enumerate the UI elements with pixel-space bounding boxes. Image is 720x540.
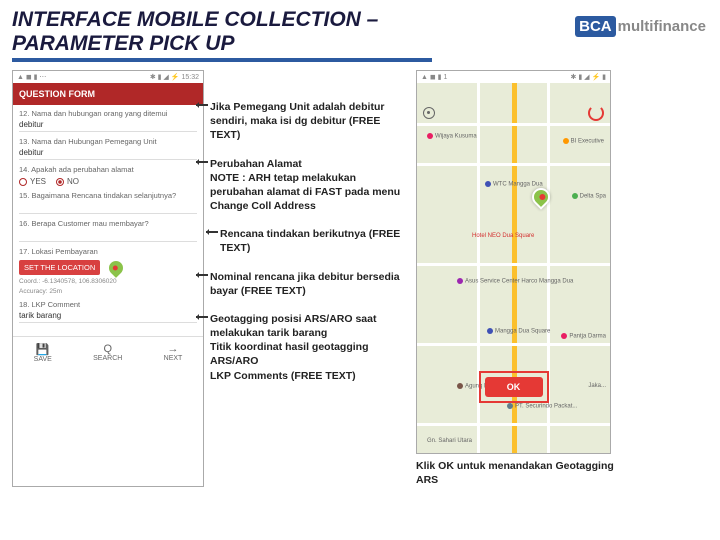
bottom-nav: 💾SAVE QSEARCH →NEXT	[13, 336, 203, 369]
reload-icon[interactable]	[588, 105, 604, 121]
q14-label: 14. Apakah ada perubahan alamat	[19, 165, 197, 174]
note-ok: Klik OK untuk menandakan Geotagging ARS	[416, 460, 626, 487]
status-bar-2: ▲ ◼ ▮ 1 ✱ ▮ ◢ ⚡ ▮	[417, 71, 610, 83]
phone-screenshot-map: ▲ ◼ ▮ 1 ✱ ▮ ◢ ⚡ ▮ Wijaya Kusuma BI Execu…	[416, 70, 611, 454]
q17-label: 17. Lokasi Pembayaran	[19, 247, 197, 256]
q16-value[interactable]	[19, 230, 197, 242]
location-pin-icon	[106, 258, 126, 278]
status-bar: ▲ ◼ ▮ ⋯ ✱ ▮ ◢ ⚡ 15:32	[13, 71, 203, 83]
next-button[interactable]: →NEXT	[164, 343, 183, 363]
note-1: Jika Pemegang Unit adalah debitur sendir…	[210, 100, 410, 143]
note-5: Geotagging posisi ARS/ARO saat melakukan…	[210, 312, 410, 383]
locate-me-icon[interactable]	[423, 107, 435, 119]
ok-button-highlight: OK	[479, 371, 549, 403]
brand-logo: BCAmultifinance	[575, 18, 706, 35]
q15-value[interactable]	[19, 202, 197, 214]
q13-label: 13. Nama dan Hubungan Pemegang Unit	[19, 137, 197, 146]
q18-label: 18. LKP Comment	[19, 300, 197, 309]
note-2: Perubahan Alamat NOTE : ARH tetap melaku…	[210, 157, 410, 214]
q12-value[interactable]: debitur	[19, 120, 197, 132]
search-button[interactable]: QSEARCH	[93, 343, 122, 363]
set-location-button[interactable]: SET THE LOCATION	[19, 260, 100, 275]
map-view[interactable]: Wijaya Kusuma BI Executive WTC Mangga Du…	[417, 83, 610, 453]
q13-value[interactable]: debitur	[19, 148, 197, 160]
ok-button[interactable]: OK	[485, 377, 543, 397]
app-bar-title: QUESTION FORM	[13, 83, 203, 105]
note-3: Rencana tindakan berikutnya (FREE TEXT)	[220, 227, 410, 255]
q12-label: 12. Nama dan hubungan orang yang ditemui	[19, 109, 197, 118]
radio-yes[interactable]: YES	[19, 177, 46, 186]
note-4: Nominal rencana jika debitur bersedia ba…	[210, 270, 410, 298]
phone-screenshot-form: ▲ ◼ ▮ ⋯ ✱ ▮ ◢ ⚡ 15:32 QUESTION FORM 12. …	[12, 70, 204, 487]
slide-title: INTERFACE MOBILE COLLECTION – PARAMETER …	[12, 8, 432, 62]
accuracy-text: Accuracy: 25m	[19, 288, 197, 295]
q18-value[interactable]: tarik barang	[19, 311, 197, 323]
q15-label: 15. Bagaimana Rencana tindakan selanjutn…	[19, 191, 197, 200]
save-button[interactable]: 💾SAVE	[34, 343, 52, 363]
radio-no[interactable]: NO	[56, 177, 79, 186]
coordinates-text: Coord.: -6.1340578, 106.8306020	[19, 278, 197, 285]
annotation-column: Jika Pemegang Unit adalah debitur sendir…	[210, 70, 410, 487]
q16-label: 16. Berapa Customer mau membayar?	[19, 219, 197, 228]
